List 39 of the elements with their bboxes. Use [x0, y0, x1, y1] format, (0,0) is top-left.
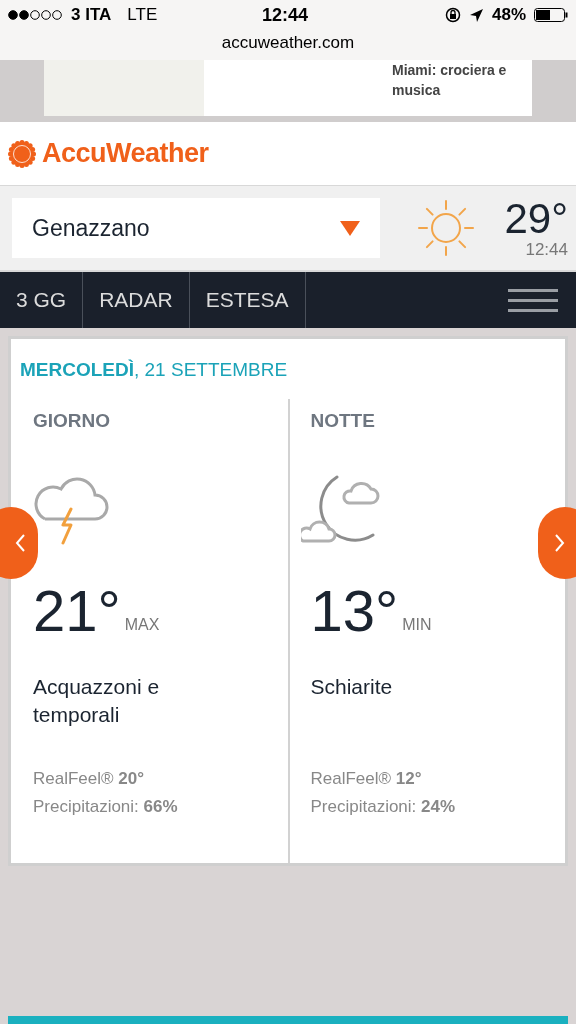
chevron-left-icon	[15, 534, 26, 552]
location-dropdown[interactable]: Genazzano	[12, 198, 380, 258]
nav-tab[interactable]: 3 GG	[0, 272, 84, 328]
condition-text: Schiarite	[310, 674, 394, 700]
ad-banner[interactable]: Miami: crociera e musica	[44, 60, 532, 116]
precipitation-text: Precipitazioni: 24%	[310, 796, 457, 818]
realfeel-text: RealFeel® 20°	[33, 768, 145, 790]
brand-logo: AccuWeather	[42, 137, 209, 171]
url-address: accuweather.com	[221, 32, 355, 54]
carrier-name: 3 ITA	[71, 4, 112, 27]
battery-percent: 48%	[491, 4, 526, 27]
previous-button[interactable]	[0, 507, 38, 579]
nav-tab[interactable]: ESTESA	[189, 272, 306, 328]
rotation-lock-icon	[444, 7, 461, 23]
period-heading: NOTTE	[310, 408, 376, 433]
network-type: LTE	[127, 4, 158, 27]
signal-icon	[8, 9, 65, 21]
temperature-label: MIN	[402, 615, 432, 635]
menu-button[interactable]	[508, 288, 558, 312]
forecast-date: MERCOLEDÌ, 21 SETTEMBRE	[19, 358, 289, 382]
sun-logo-icon	[8, 139, 36, 168]
nav-tab[interactable]: RADAR	[83, 272, 190, 328]
temperature-value: 13°	[310, 583, 399, 639]
sun-icon	[416, 198, 476, 258]
temperature-value: 21°	[33, 583, 121, 639]
realfeel-text: RealFeel® 12°	[310, 768, 423, 790]
precipitation-text: Precipitazioni: 66%	[33, 796, 179, 818]
battery-icon	[534, 8, 568, 22]
current-temperature: 29°	[504, 197, 568, 241]
condition-text: Acquazzoni e temporali	[33, 674, 161, 728]
update-time: 12:44	[525, 241, 568, 259]
caret-icon	[340, 220, 360, 236]
period-heading: GIORNO	[33, 408, 112, 433]
ad-text: Miami: crociera e musica	[392, 61, 508, 100]
menu-icon	[508, 288, 558, 312]
chevron-right-icon	[554, 534, 565, 552]
clock-time: 12:44	[262, 3, 309, 27]
temperature-label: MAX	[124, 615, 160, 635]
location-arrow-icon	[468, 7, 484, 23]
